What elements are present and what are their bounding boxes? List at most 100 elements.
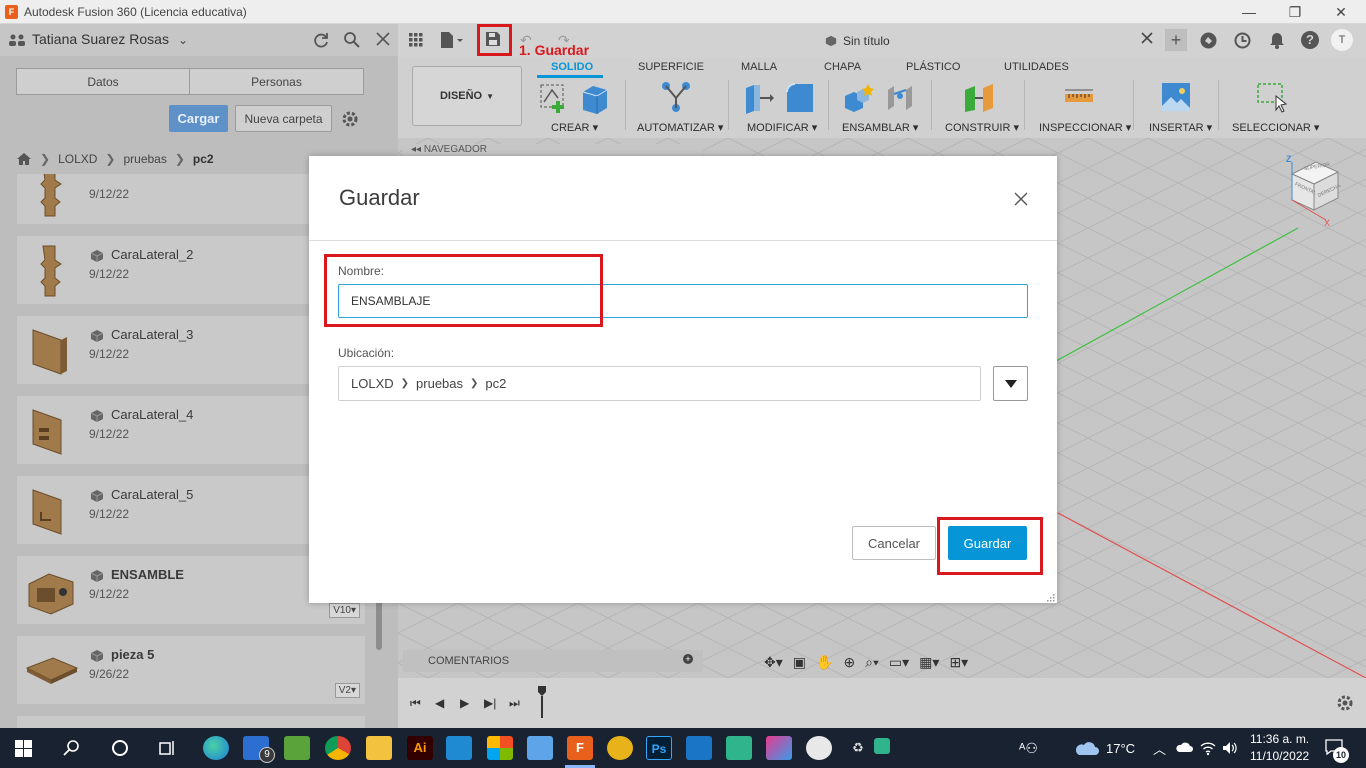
temperature[interactable]: 17°C xyxy=(1106,741,1135,756)
group-modificar[interactable]: MODIFICAR ▾ xyxy=(747,121,817,134)
tab-superficie[interactable]: SUPERFICIE xyxy=(638,61,704,73)
tab-chapa[interactable]: CHAPA xyxy=(824,61,861,73)
user-name-dropdown[interactable]: Tatiana Suarez Rosas xyxy=(32,31,169,47)
upload-button[interactable]: Cargar xyxy=(169,105,228,132)
search-icon[interactable] xyxy=(63,739,81,757)
display-settings-icon[interactable]: ▭▾ xyxy=(889,654,909,671)
tab-personas[interactable]: Personas xyxy=(189,68,364,95)
chrome-icon[interactable] xyxy=(325,736,351,760)
timeline-marker[interactable] xyxy=(538,686,546,718)
tab-datos[interactable]: Datos xyxy=(16,68,190,95)
fit-icon[interactable]: ⌕▾ xyxy=(865,654,879,671)
group-seleccionar[interactable]: SELECCIONAR ▾ xyxy=(1232,121,1319,134)
tab-utilidades[interactable]: UTILIDADES xyxy=(1004,61,1069,73)
filmora-small-icon[interactable] xyxy=(874,738,890,754)
group-insertar[interactable]: INSERTAR ▾ xyxy=(1149,121,1212,134)
minecraft-icon[interactable] xyxy=(284,736,310,760)
document-tab[interactable]: Sin título xyxy=(825,30,890,52)
new-component-icon[interactable] xyxy=(843,82,875,114)
recycle-bin-icon[interactable]: ♻ xyxy=(849,736,867,760)
version-badge[interactable]: V2▾ xyxy=(334,683,360,698)
help-icon[interactable]: ? xyxy=(1301,31,1319,49)
people-icon[interactable]: ᴬ⚇ xyxy=(1019,740,1038,757)
photoshop-icon[interactable]: Ps xyxy=(646,736,672,760)
file-menu-icon[interactable] xyxy=(440,32,464,48)
add-comment-icon[interactable]: + xyxy=(683,654,693,664)
clock-date[interactable]: 11/10/2022 xyxy=(1250,749,1309,763)
close-tab-icon[interactable] xyxy=(1141,32,1153,44)
restore-button[interactable]: ❐ xyxy=(1272,0,1318,24)
vscode-icon[interactable] xyxy=(446,736,472,760)
offset-plane-icon[interactable] xyxy=(963,82,995,114)
wifi-icon[interactable] xyxy=(1200,740,1216,756)
version-badge[interactable]: V10▾ xyxy=(329,603,360,618)
timeline-play-icon[interactable]: ▶ xyxy=(460,696,469,710)
press-pull-icon[interactable] xyxy=(742,82,774,114)
orbit-icon[interactable]: ✥▾ xyxy=(764,654,783,671)
cancel-button[interactable]: Cancelar xyxy=(852,526,936,560)
tab-solido[interactable]: SOLIDO xyxy=(551,61,593,73)
insert-image-icon[interactable] xyxy=(1161,82,1191,112)
close-panel-icon[interactable] xyxy=(375,31,391,47)
list-item[interactable]: pieza 5 9/26/22 V2▾ xyxy=(17,636,365,704)
home-icon[interactable] xyxy=(16,152,32,166)
3d-viewer-icon[interactable] xyxy=(527,736,553,760)
paint-3d-icon[interactable] xyxy=(766,736,792,760)
show-hidden-icons-icon[interactable]: ︿ xyxy=(1153,739,1166,758)
capture-position-icon[interactable]: ▣ xyxy=(793,654,806,671)
cortana-icon[interactable] xyxy=(111,739,129,757)
list-item[interactable] xyxy=(17,716,365,728)
fillet-icon[interactable] xyxy=(784,82,816,114)
group-automatizar[interactable]: AUTOMATIZAR ▾ xyxy=(637,121,723,134)
store-icon[interactable] xyxy=(487,736,513,760)
location-dropdown-button[interactable] xyxy=(993,366,1028,401)
timeline-prev-icon[interactable]: ◀ xyxy=(435,696,444,710)
viewports-icon[interactable]: ⊞▾ xyxy=(949,654,968,671)
tab-malla[interactable]: MALLA xyxy=(741,61,777,73)
workspace-selector[interactable]: DISEÑO ▼ xyxy=(412,66,522,126)
job-status-icon[interactable] xyxy=(1234,32,1251,49)
viewcube[interactable]: Z X SUPERIOR FRONTAL DERECHA xyxy=(1284,154,1344,228)
start-windows-icon[interactable] xyxy=(15,740,32,757)
file-explorer-icon[interactable] xyxy=(366,736,392,760)
extensions-icon[interactable] xyxy=(1200,32,1217,49)
weather-cloud-icon[interactable] xyxy=(1073,740,1099,756)
timeline-end-icon[interactable]: ⏭ xyxy=(509,696,520,711)
task-view-icon[interactable] xyxy=(158,739,176,757)
clock-time[interactable]: 11:36 a. m. xyxy=(1250,732,1309,746)
group-construir[interactable]: CONSTRUIR ▾ xyxy=(945,121,1019,134)
search-icon[interactable] xyxy=(343,31,361,49)
automate-icon[interactable] xyxy=(660,80,692,114)
group-ensamblar[interactable]: ENSAMBLAR ▾ xyxy=(842,121,918,134)
apps-grid-icon[interactable] xyxy=(409,33,423,47)
illustrator-icon[interactable]: Ai xyxy=(407,736,433,760)
chevron-down-icon[interactable]: ⌄ xyxy=(178,33,188,47)
comments-panel[interactable]: COMENTARIOS + xyxy=(403,650,703,672)
pan-hand-icon[interactable]: ✋ xyxy=(816,654,833,671)
paint-icon[interactable] xyxy=(806,736,832,760)
new-tab-button[interactable]: + xyxy=(1165,29,1187,51)
measure-icon[interactable] xyxy=(1064,86,1094,110)
close-dialog-icon[interactable] xyxy=(1014,192,1028,206)
settings-gear-icon[interactable] xyxy=(341,110,359,128)
extrude-box-icon[interactable] xyxy=(579,82,611,114)
timeline-settings-gear-icon[interactable] xyxy=(1336,694,1354,712)
user-avatar[interactable]: T xyxy=(1331,29,1353,51)
group-inspeccionar[interactable]: INSPECCIONAR ▾ xyxy=(1039,121,1131,134)
grid-settings-icon[interactable]: ▦▾ xyxy=(919,654,939,671)
fusion-360-icon[interactable]: F xyxy=(567,736,593,760)
notifications-bell-icon[interactable] xyxy=(1269,32,1285,49)
breadcrumb-pruebas[interactable]: pruebas xyxy=(123,152,166,166)
create-sketch-icon[interactable] xyxy=(538,82,570,114)
group-crear[interactable]: CREAR ▾ xyxy=(551,121,598,134)
zoom-icon[interactable]: ⊕ xyxy=(843,654,855,671)
archicad-icon[interactable] xyxy=(607,736,633,760)
select-window-icon[interactable] xyxy=(1256,82,1288,114)
edge-browser-icon[interactable] xyxy=(203,736,229,760)
filmora-icon[interactable] xyxy=(726,736,752,760)
breadcrumb-lolxd[interactable]: LOLXD xyxy=(58,152,97,166)
timeline-next-icon[interactable]: ▶| xyxy=(484,696,496,710)
joint-icon[interactable] xyxy=(884,82,916,114)
photos-icon[interactable] xyxy=(686,736,712,760)
timeline-start-icon[interactable]: ⏮ xyxy=(410,696,421,711)
